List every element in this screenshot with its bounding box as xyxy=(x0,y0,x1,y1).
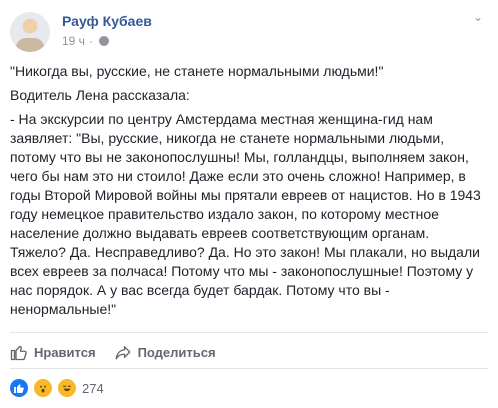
reactions-count: 274 xyxy=(82,380,104,396)
post-time[interactable]: 19 ч xyxy=(62,34,85,48)
globe-icon xyxy=(98,36,109,46)
share-icon xyxy=(114,343,132,361)
reactions-summary[interactable]: 274 xyxy=(10,376,104,400)
post-text-intro: Водитель Лена рассказала: xyxy=(10,87,190,103)
author-name[interactable]: Рауф Кубаев xyxy=(62,13,152,29)
avatar[interactable] xyxy=(10,12,50,52)
divider xyxy=(10,368,488,369)
facebook-post: Рауф Кубаев 19 ч · ⌄ "Никогда вы, русски… xyxy=(0,0,498,408)
share-button[interactable]: Поделиться xyxy=(114,340,216,364)
divider xyxy=(10,332,488,333)
like-label: Нравится xyxy=(34,344,96,360)
like-button[interactable]: Нравится xyxy=(10,340,96,364)
post-meta: 19 ч · xyxy=(62,34,109,48)
haha-reaction-icon xyxy=(58,379,76,397)
post-text-quote: "Никогда вы, русские, не станете нормаль… xyxy=(10,63,384,79)
like-icon xyxy=(10,343,28,361)
like-reaction-icon xyxy=(10,379,28,397)
post-actions: Нравится Поделиться xyxy=(10,340,216,364)
post-text-body: - На экскурсии по центру Амстердама мест… xyxy=(10,111,481,317)
avatar-shirt xyxy=(16,38,44,52)
share-label: Поделиться xyxy=(137,344,216,360)
wow-reaction-icon xyxy=(34,379,52,397)
meta-separator: · xyxy=(88,34,93,48)
chevron-down-icon[interactable]: ⌄ xyxy=(468,10,488,24)
